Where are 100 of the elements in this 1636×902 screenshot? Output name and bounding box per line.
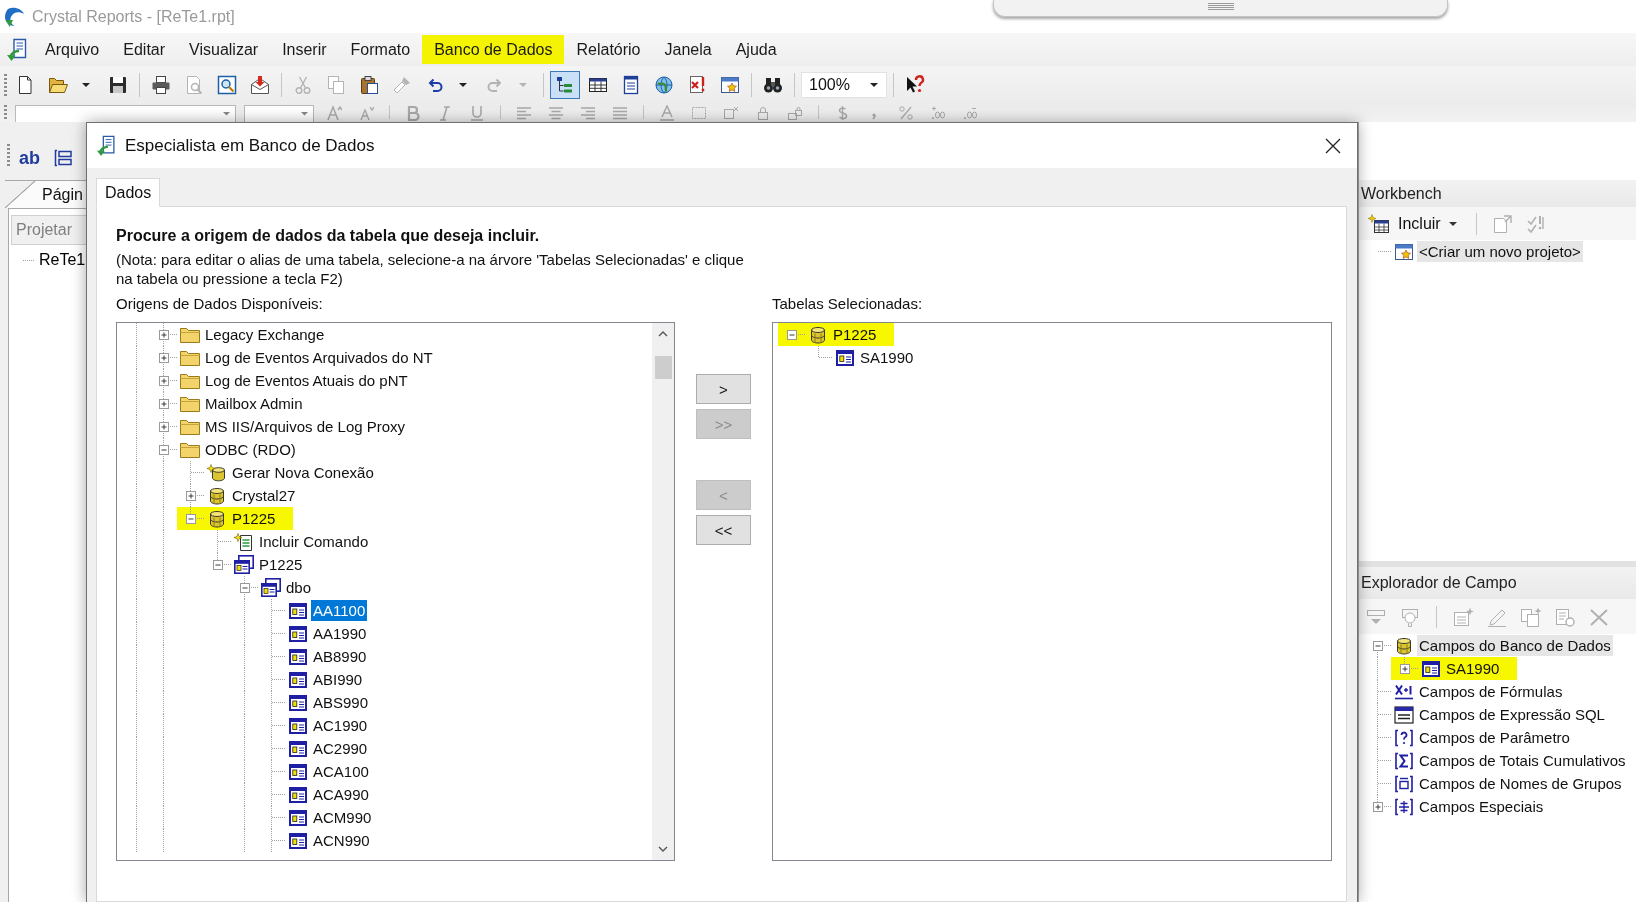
design-tab[interactable]: Projetar <box>11 215 86 245</box>
grip-handle[interactable] <box>7 144 10 166</box>
table-icon <box>289 832 307 849</box>
menu-item[interactable]: Editar <box>111 35 178 64</box>
caret-icon <box>301 112 308 116</box>
font-field[interactable] <box>15 105 236 122</box>
tree-item[interactable]: MS IIS/Arquivos de Log Proxy <box>203 416 408 437</box>
minus-box-icon[interactable] <box>185 513 196 524</box>
move-button[interactable]: > <box>696 374 751 404</box>
tree-item[interactable]: P1225 <box>257 554 305 575</box>
database-icon <box>209 509 225 528</box>
minus-box-icon[interactable] <box>1372 640 1383 651</box>
tree-item[interactable]: Campos de Expressão SQL <box>1417 704 1607 725</box>
page-cross-icon <box>687 75 707 95</box>
tree-item[interactable]: Campos Especiais <box>1417 796 1546 817</box>
tree-item[interactable]: ABS990 <box>311 692 371 713</box>
tree-item[interactable]: AA1100 <box>311 600 368 621</box>
plus-box-icon[interactable] <box>185 490 196 501</box>
tree-item[interactable]: ACN990 <box>311 830 372 851</box>
caret-icon <box>870 83 878 87</box>
tree-item[interactable]: <Criar um novo projeto> <box>1417 241 1583 262</box>
tree-item[interactable]: ACA100 <box>311 761 371 782</box>
list-box-icon[interactable] <box>54 149 72 167</box>
text-object-button[interactable]: ab <box>19 144 40 172</box>
formula-icon <box>1394 682 1414 701</box>
tree-item[interactable]: P1225 <box>831 324 879 345</box>
tree-item[interactable]: ABI990 <box>311 669 365 690</box>
minus-box-icon[interactable] <box>239 582 250 593</box>
table-icon <box>289 786 307 803</box>
document-arrow-icon <box>96 134 118 157</box>
document-star-icon <box>234 532 254 551</box>
plus-box-icon[interactable] <box>1372 801 1383 812</box>
table-icon <box>289 717 307 734</box>
help-icon <box>905 75 925 95</box>
grip-handle[interactable] <box>4 105 7 119</box>
menu-item[interactable]: Visualizar <box>177 35 271 64</box>
tree-item[interactable]: P1225 <box>230 508 278 529</box>
tree-item[interactable]: AC2990 <box>311 738 370 759</box>
menu-item[interactable]: Formato <box>338 35 423 64</box>
plus-box-icon[interactable] <box>158 352 169 363</box>
tab[interactable]: Dados <box>96 178 161 207</box>
page-magnifier-icon <box>184 75 204 95</box>
document-icon <box>621 75 641 95</box>
panel-header: Explorador de Campo <box>1359 567 1636 599</box>
chevron-down-icon[interactable] <box>658 846 668 852</box>
field-tree-button[interactable] <box>550 71 580 99</box>
menu-item[interactable]: Ajuda <box>723 35 789 64</box>
caret-icon <box>223 112 230 116</box>
move-button[interactable]: << <box>696 515 751 545</box>
menu-item[interactable]: Relatório <box>564 35 653 64</box>
tree-item[interactable]: AA1990 <box>311 623 369 644</box>
plus-box-icon[interactable] <box>158 375 169 386</box>
menu-item[interactable]: Banco de Dados <box>422 35 565 64</box>
tree-item[interactable]: Log de Eventos Arquivados do NT <box>203 347 435 368</box>
tree-item[interactable]: ODBC (RDO) <box>203 439 298 460</box>
tree-item[interactable]: Campos do Banco de Dados <box>1417 635 1613 656</box>
table-icon <box>289 763 307 780</box>
tables-icon <box>234 555 254 574</box>
tree-item[interactable]: ACA990 <box>311 784 371 805</box>
tree-item[interactable]: SA1990 <box>858 347 916 368</box>
minus-box-icon[interactable] <box>212 559 223 570</box>
tree-item[interactable]: Incluir Comando <box>257 531 371 552</box>
tree-item[interactable]: ReTe1 <box>39 251 86 269</box>
menu-item[interactable]: Inserir <box>270 35 339 64</box>
tree-item[interactable]: Campos de Parâmetro <box>1417 727 1572 748</box>
tree-item[interactable]: Campos de Totais Cumulativos <box>1417 750 1628 771</box>
chevron-up-icon[interactable] <box>658 331 668 337</box>
page-tab[interactable]: Págin <box>5 180 86 208</box>
menu-item[interactable]: Janela <box>652 35 724 64</box>
tree-item[interactable]: Crystal27 <box>230 485 298 506</box>
brush-icon <box>392 75 412 95</box>
plus-box-icon[interactable] <box>158 329 169 340</box>
tree-item[interactable]: Mailbox Admin <box>203 393 305 414</box>
tree-item[interactable]: AC1990 <box>311 715 370 736</box>
size-field[interactable] <box>244 105 314 122</box>
menu-item[interactable]: Arquivo <box>33 35 112 64</box>
table-sparkle-icon[interactable] <box>1368 213 1390 234</box>
tree-item[interactable]: SA1990 <box>1444 658 1502 679</box>
drag-handle[interactable] <box>993 0 1448 17</box>
zoom-field[interactable]: 100% <box>801 72 887 98</box>
scrollbar[interactable] <box>652 323 674 860</box>
scrollbar-thumb[interactable] <box>654 356 672 379</box>
tree-item[interactable]: Campos de Nomes de Grupos <box>1417 773 1624 794</box>
plus-box-icon[interactable] <box>158 421 169 432</box>
minus-box-icon[interactable] <box>786 329 797 340</box>
caret-icon <box>82 83 90 87</box>
tree-item[interactable]: AB8990 <box>311 646 369 667</box>
sql-window-icon <box>1394 705 1414 724</box>
sigma-icon <box>1394 751 1414 770</box>
tree-item[interactable]: Legacy Exchange <box>203 324 327 345</box>
globe-icon <box>654 75 674 95</box>
tree-item[interactable]: dbo <box>284 577 314 598</box>
minus-box-icon[interactable] <box>158 444 169 455</box>
plus-box-icon[interactable] <box>1399 663 1410 674</box>
grip-handle[interactable] <box>4 74 7 96</box>
tree-item[interactable]: Log de Eventos Atuais do pNT <box>203 370 410 391</box>
tree-item[interactable]: ACM990 <box>311 807 374 828</box>
tree-item[interactable]: Gerar Nova Conexão <box>230 462 376 483</box>
plus-box-icon[interactable] <box>158 398 169 409</box>
tree-item[interactable]: Campos de Fórmulas <box>1417 681 1565 702</box>
